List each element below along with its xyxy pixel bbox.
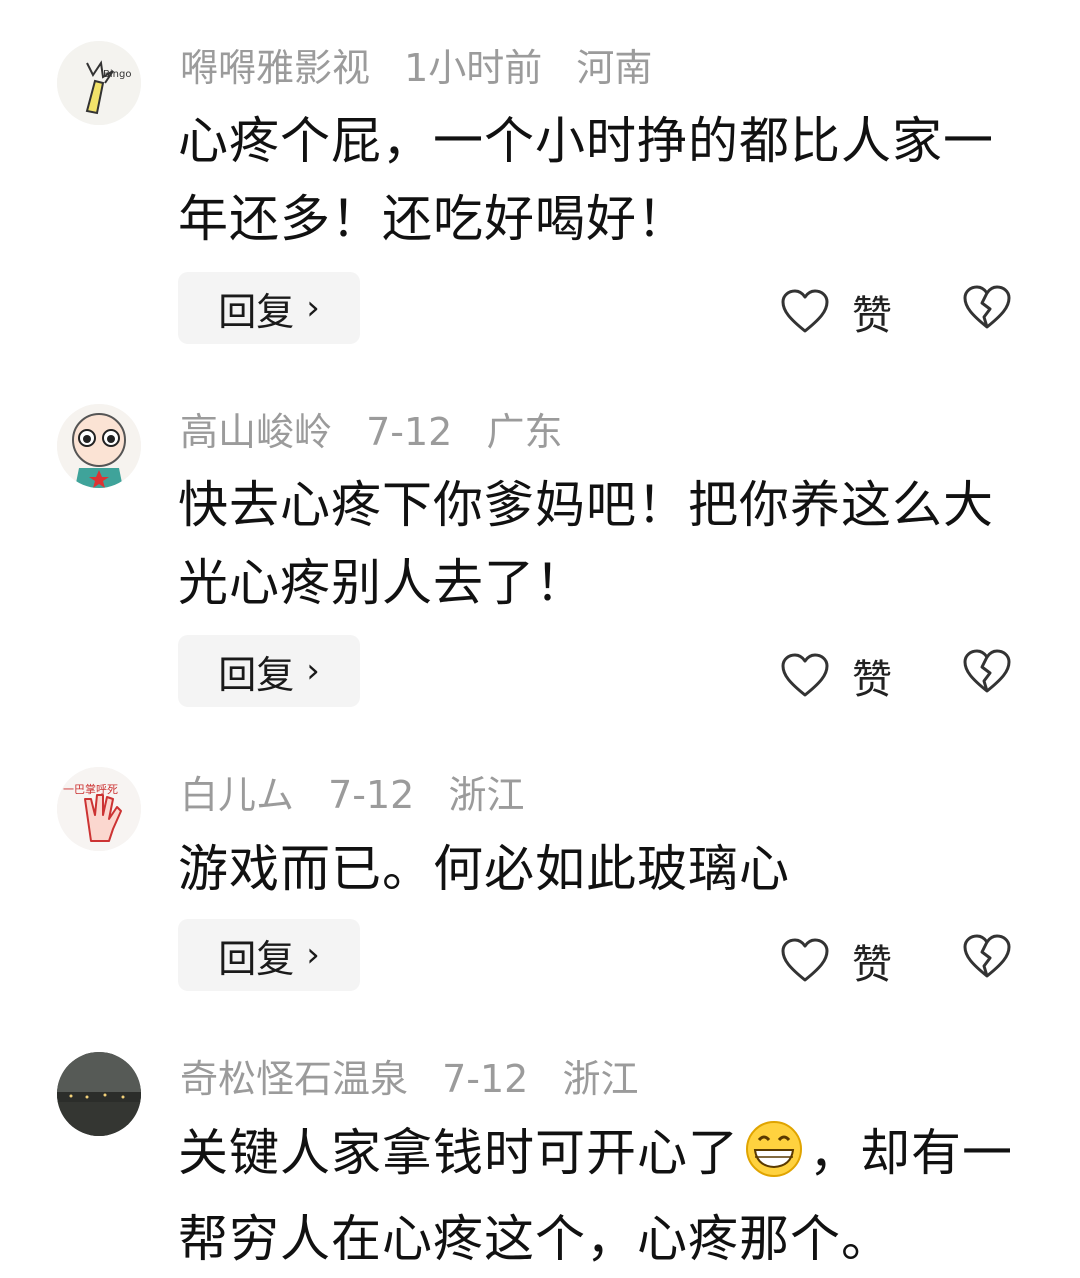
username[interactable]: 嘚嘚雅影视 — [180, 46, 370, 90]
comment-time: 7-12 — [366, 410, 453, 454]
like-button[interactable]: 赞 — [780, 932, 892, 990]
reply-label: 回复 — [218, 289, 295, 334]
comment-time: 7-12 — [442, 1057, 529, 1101]
dislike-button[interactable] — [962, 285, 1012, 335]
comment-text: 关键人家拿钱时可开心了 ，却有一帮穷人在心疼这个，心疼那个。 — [178, 1114, 1038, 1278]
like-label: 赞 — [852, 657, 892, 703]
comment-location: 广东 — [486, 410, 563, 454]
chevron-right-icon: › — [306, 651, 320, 691]
chevron-right-icon: › — [306, 935, 320, 975]
svg-text:Bingo: Bingo — [103, 69, 131, 80]
broken-heart-icon — [963, 934, 1011, 978]
avatar[interactable]: Bingo — [57, 41, 141, 125]
like-label: 赞 — [852, 293, 892, 339]
avatar[interactable] — [57, 404, 141, 488]
like-button[interactable]: 赞 — [780, 283, 892, 341]
reply-button[interactable]: 回复 › — [178, 635, 360, 707]
comment-location: 浙江 — [448, 773, 525, 817]
avatar[interactable] — [57, 1052, 141, 1136]
reply-button[interactable]: 回复 › — [178, 272, 360, 344]
heart-outline-icon — [781, 653, 829, 697]
username[interactable]: 白儿ム — [180, 773, 294, 817]
comment-location: 河南 — [576, 46, 653, 90]
svg-text:一巴掌呼死: 一巴掌呼死 — [63, 782, 118, 796]
night-landscape-avatar-icon — [57, 1052, 141, 1136]
comment-time: 7-12 — [328, 773, 415, 817]
username[interactable]: 奇松怪石温泉 — [180, 1057, 408, 1101]
broken-heart-icon — [963, 649, 1011, 693]
comment-meta: 白儿ム 7-12 浙江 — [180, 771, 546, 819]
cartoon-face-avatar-icon — [57, 404, 141, 488]
like-button[interactable]: 赞 — [780, 647, 892, 705]
avatar[interactable]: 一巴掌呼死 — [57, 767, 141, 851]
heart-outline-icon — [781, 289, 829, 333]
heart-outline-icon — [781, 938, 829, 982]
reply-button[interactable]: 回复 › — [178, 919, 360, 991]
bingo-avatar-icon: Bingo — [57, 41, 141, 125]
chevron-right-icon: › — [306, 288, 320, 328]
dislike-button[interactable] — [962, 649, 1012, 699]
comment-text: 快去心疼下你爹妈吧！把你养这么大光心疼别人去了！ — [178, 476, 994, 612]
reply-label: 回复 — [218, 652, 295, 697]
comment-time: 1小时前 — [404, 46, 543, 90]
username[interactable]: 高山峻岭 — [180, 410, 332, 454]
comment-meta: 高山峻岭 7-12 广东 — [180, 408, 584, 456]
comment-text: 游戏而已。何必如此玻璃心 — [178, 840, 790, 898]
dislike-button[interactable] — [962, 934, 1012, 984]
comment-text: 心疼个屁，一个小时挣的都比人家一年还多！还吃好喝好！ — [178, 112, 994, 248]
grinning-face-emoji-icon — [739, 1120, 809, 1200]
comment-meta: 嘚嘚雅影视 1小时前 河南 — [180, 44, 674, 92]
like-label: 赞 — [852, 942, 892, 988]
comment-meta: 奇松怪石温泉 7-12 浙江 — [180, 1055, 660, 1103]
comment-location: 浙江 — [562, 1057, 639, 1101]
broken-heart-icon — [963, 285, 1011, 329]
comment-text-part1: 关键人家拿钱时可开心了 — [178, 1124, 739, 1182]
slap-hand-avatar-icon: 一巴掌呼死 — [57, 767, 141, 851]
reply-label: 回复 — [218, 936, 295, 981]
